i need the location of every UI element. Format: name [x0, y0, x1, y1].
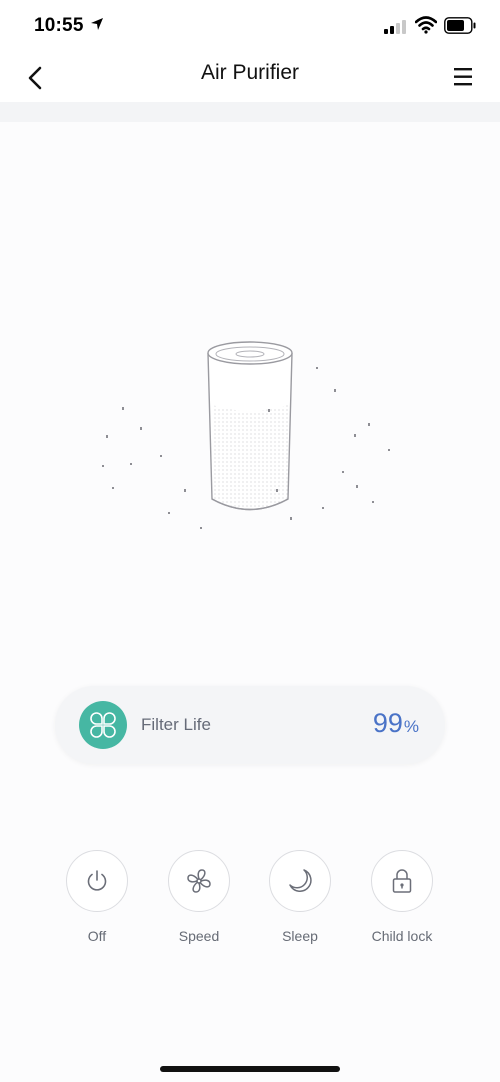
filter-life-unit: % [403, 717, 419, 736]
child-lock-label: Child lock [371, 928, 433, 944]
air-purifier-illustration [102, 341, 390, 529]
status-time: 10:55 [34, 15, 84, 36]
header-divider [0, 102, 500, 122]
location-arrow-icon [91, 18, 103, 30]
filter-life-value: 99% [373, 708, 419, 739]
child-lock-button-circle[interactable] [371, 850, 433, 912]
off-button[interactable]: Off [52, 850, 142, 944]
sleep-label: Sleep [282, 928, 318, 944]
speed-button[interactable]: Speed [154, 850, 244, 944]
filter-life-card[interactable]: Filter Life 99% [55, 686, 445, 764]
filter-icon-badge [79, 701, 127, 749]
fan-icon [187, 869, 211, 893]
off-button-circle[interactable] [66, 850, 128, 912]
power-icon [87, 870, 107, 891]
lock-icon [392, 869, 412, 893]
status-bar: 10:55 [0, 0, 500, 54]
sleep-button[interactable]: Sleep [255, 850, 345, 944]
off-label: Off [87, 928, 107, 944]
sleep-button-circle[interactable] [269, 850, 331, 912]
page-title: Air Purifier [200, 61, 300, 84]
cellular-signal-icon [384, 20, 406, 34]
battery-icon [444, 17, 476, 34]
filter-life-label: Filter Life [141, 715, 211, 734]
moon-icon [289, 869, 312, 892]
menu-button[interactable] [452, 64, 476, 90]
hamburger-menu-icon [454, 68, 472, 86]
wifi-icon [415, 16, 437, 34]
filter-clover-icon [90, 712, 116, 738]
speed-label: Speed [178, 928, 220, 944]
device-panel: Filter Life 99% Off Speed Sleep Child lo… [0, 122, 500, 1082]
home-indicator[interactable] [160, 1066, 340, 1072]
filter-life-number: 99 [372, 708, 403, 738]
speed-button-circle[interactable] [168, 850, 230, 912]
nav-bar: Air Purifier [0, 54, 500, 102]
child-lock-button[interactable]: Child lock [357, 850, 447, 944]
